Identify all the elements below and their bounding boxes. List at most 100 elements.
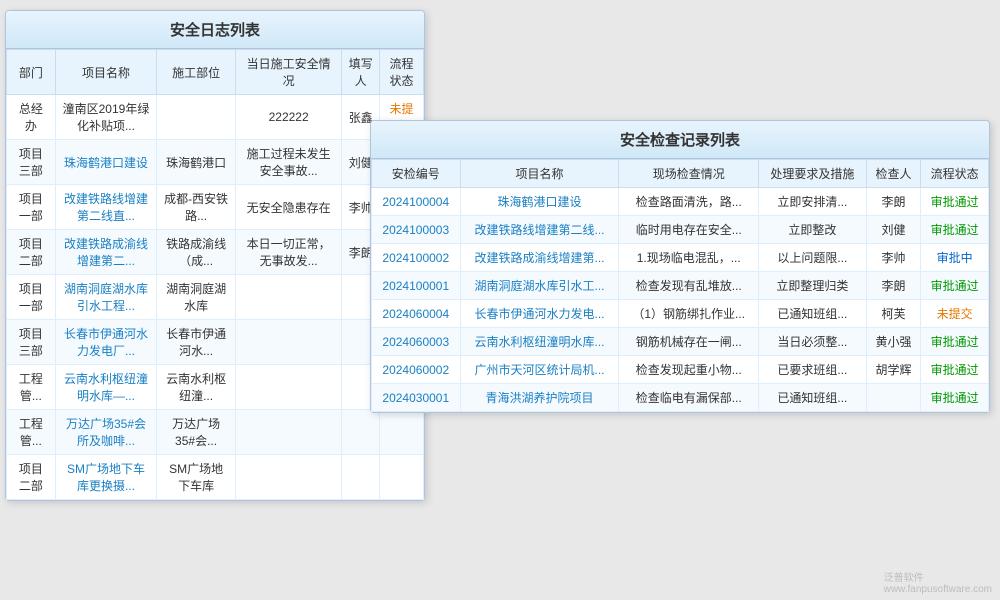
table-cell: 项目一部 xyxy=(7,185,56,230)
table-cell: 李朗 xyxy=(866,188,920,216)
project-link[interactable]: 改建铁路成渝线增建第二... xyxy=(64,237,148,268)
watermark: 泛普软件 www.fanpusoftware.com xyxy=(884,569,992,595)
inspection-id-link[interactable]: 2024100002 xyxy=(382,251,449,265)
table-cell: 施工过程未发生安全事故... xyxy=(235,140,342,185)
project-link[interactable]: 湖南洞庭湖水库引水工程... xyxy=(64,282,148,313)
table-cell[interactable]: 改建铁路线增建第二线... xyxy=(460,216,619,244)
inspection-id-link[interactable]: 2024060004 xyxy=(382,307,449,321)
project-link[interactable]: 广州市天河区统计局机... xyxy=(474,363,604,377)
right-col-header: 现场检查情况 xyxy=(619,160,759,188)
table-cell: 已要求班组... xyxy=(759,356,867,384)
project-link[interactable]: 改建铁路线增建第二线... xyxy=(474,223,604,237)
table-cell[interactable]: 改建铁路线增建第二线直... xyxy=(55,185,157,230)
inspection-id-link[interactable]: 2024030001 xyxy=(382,391,449,405)
left-col-header: 流程状态 xyxy=(380,50,424,95)
table-cell: 审批中 xyxy=(921,244,989,272)
table-cell: 胡学辉 xyxy=(866,356,920,384)
table-cell: 项目一部 xyxy=(7,275,56,320)
table-cell: 湖南洞庭湖水库 xyxy=(157,275,236,320)
right-col-header: 流程状态 xyxy=(921,160,989,188)
inspection-id-link[interactable]: 2024060002 xyxy=(382,363,449,377)
project-link[interactable]: 珠海鹤港口建设 xyxy=(64,156,148,170)
table-cell[interactable]: 2024100002 xyxy=(372,244,461,272)
table-cell: 立即整理归类 xyxy=(759,272,867,300)
table-row: 2024100003改建铁路线增建第二线...临时用电存在安全...立即整改刘健… xyxy=(372,216,989,244)
table-cell[interactable]: 改建铁路成渝线增建第... xyxy=(460,244,619,272)
table-cell[interactable]: 青海洪湖养护院项目 xyxy=(460,384,619,412)
table-cell xyxy=(866,384,920,412)
table-cell[interactable]: 2024100004 xyxy=(372,188,461,216)
table-cell: 黄小强 xyxy=(866,328,920,356)
table-cell xyxy=(342,455,380,500)
table-row: 2024100004珠海鹤港口建设检查路面清洗，路...立即安排清...李朗审批… xyxy=(372,188,989,216)
project-link[interactable]: 珠海鹤港口建设 xyxy=(497,195,581,209)
table-cell[interactable]: 改建铁路成渝线增建第二... xyxy=(55,230,157,275)
project-link[interactable]: 青海洪湖养护院项目 xyxy=(485,391,593,405)
table-cell: （1）钢筋绑扎作业... xyxy=(619,300,759,328)
table-cell: 审批通过 xyxy=(921,216,989,244)
table-cell[interactable]: 2024030001 xyxy=(372,384,461,412)
table-cell[interactable]: 湖南洞庭湖水库引水工程... xyxy=(55,275,157,320)
project-link[interactable]: 长春市伊通河水力发电厂... xyxy=(64,327,148,358)
table-row: 项目一部改建铁路线增建第二线直...成都-西安铁路...无安全隐患存在李帅作废 xyxy=(7,185,424,230)
table-row: 项目三部长春市伊通河水力发电厂...长春市伊通河水... xyxy=(7,320,424,365)
table-cell: 1.现场临电混乱，... xyxy=(619,244,759,272)
table-cell xyxy=(235,320,342,365)
table-cell: 铁路成渝线（成... xyxy=(157,230,236,275)
table-cell[interactable]: 云南水利枢纽潼明水库... xyxy=(460,328,619,356)
table-cell: 项目二部 xyxy=(7,230,56,275)
table-cell[interactable]: 2024060003 xyxy=(372,328,461,356)
project-link[interactable]: 万达广场35#会所及咖啡... xyxy=(66,417,146,448)
table-cell: 检查临电有漏保部... xyxy=(619,384,759,412)
right-col-header: 项目名称 xyxy=(460,160,619,188)
table-cell: 工程管... xyxy=(7,365,56,410)
inspection-id-link[interactable]: 2024100001 xyxy=(382,279,449,293)
table-cell[interactable]: 2024060002 xyxy=(372,356,461,384)
project-link[interactable]: 长春市伊通河水力发电... xyxy=(474,307,604,321)
table-cell: 当日必须整... xyxy=(759,328,867,356)
table-cell: 审批通过 xyxy=(921,272,989,300)
table-cell: 工程管... xyxy=(7,410,56,455)
table-cell[interactable]: 2024100001 xyxy=(372,272,461,300)
right-col-header: 处理要求及措施 xyxy=(759,160,867,188)
watermark-line2: www.fanpusoftware.com xyxy=(884,584,992,595)
table-row: 2024060003云南水利枢纽潼明水库...钢筋机械存在一闸...当日必须整.… xyxy=(372,328,989,356)
table-cell[interactable]: 万达广场35#会所及咖啡... xyxy=(55,410,157,455)
project-link[interactable]: 云南水利枢纽潼明水库—... xyxy=(64,372,148,403)
table-cell[interactable]: 珠海鹤港口建设 xyxy=(460,188,619,216)
table-cell[interactable]: 长春市伊通河水力发电... xyxy=(460,300,619,328)
table-row: 项目二部改建铁路成渝线增建第二...铁路成渝线（成...本日一切正常，无事故发.… xyxy=(7,230,424,275)
table-cell[interactable]: 云南水利枢纽潼明水库—... xyxy=(55,365,157,410)
table-cell[interactable]: 湖南洞庭湖水库引水工... xyxy=(460,272,619,300)
inspection-id-link[interactable]: 2024100004 xyxy=(382,195,449,209)
left-table-header: 部门项目名称施工部位当日施工安全情况填写人流程状态 xyxy=(7,50,424,95)
right-table: 安检编号项目名称现场检查情况处理要求及措施检查人流程状态 2024100004珠… xyxy=(371,159,989,412)
left-col-header: 填写人 xyxy=(342,50,380,95)
right-panel-title: 安全检查记录列表 xyxy=(371,121,989,159)
table-row: 总经办潼南区2019年绿化补贴项...222222张鑫未提交 xyxy=(7,95,424,140)
left-col-header: 部门 xyxy=(7,50,56,95)
table-cell[interactable]: 长春市伊通河水力发电厂... xyxy=(55,320,157,365)
table-cell[interactable]: 珠海鹤港口建设 xyxy=(55,140,157,185)
table-row: 工程管... 云南水利枢纽潼明水库—... 云南水利枢纽潼... xyxy=(7,365,424,410)
right-col-header: 安检编号 xyxy=(372,160,461,188)
table-cell xyxy=(157,95,236,140)
table-cell[interactable]: 广州市天河区统计局机... xyxy=(460,356,619,384)
left-col-header: 项目名称 xyxy=(55,50,157,95)
inspection-id-link[interactable]: 2024060003 xyxy=(382,335,449,349)
project-link[interactable]: 改建铁路线增建第二线直... xyxy=(64,192,148,223)
project-link[interactable]: 湖南洞庭湖水库引水工... xyxy=(474,279,604,293)
table-cell[interactable]: SM广场地下车库更换摄... xyxy=(55,455,157,500)
table-row: 项目三部珠海鹤港口建设珠海鹤港口施工过程未发生安全事故...刘健审批通过 xyxy=(7,140,424,185)
table-cell: 李朗 xyxy=(866,272,920,300)
table-cell[interactable]: 2024100003 xyxy=(372,216,461,244)
table-cell: 云南水利枢纽潼... xyxy=(157,365,236,410)
inspection-id-link[interactable]: 2024100003 xyxy=(382,223,449,237)
project-link[interactable]: 云南水利枢纽潼明水库... xyxy=(474,335,604,349)
project-link[interactable]: 改建铁路成渝线增建第... xyxy=(474,251,604,265)
project-link[interactable]: SM广场地下车库更换摄... xyxy=(67,462,145,493)
table-cell[interactable]: 2024060004 xyxy=(372,300,461,328)
table-row: 2024060002广州市天河区统计局机...检查发现起重小物...已要求班组.… xyxy=(372,356,989,384)
table-cell: 李帅 xyxy=(866,244,920,272)
table-cell: 总经办 xyxy=(7,95,56,140)
